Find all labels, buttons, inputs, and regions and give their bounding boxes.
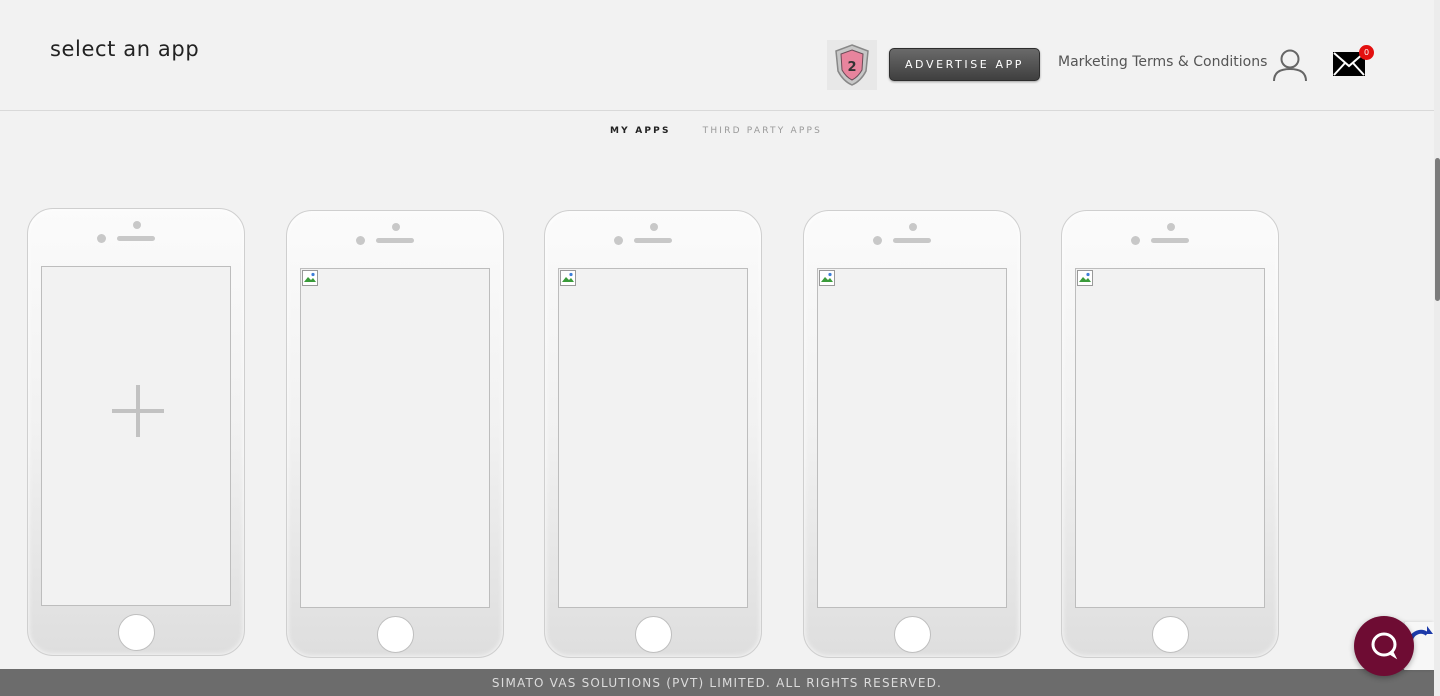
badge-number: 2 [847,60,856,75]
phone-home-button [635,616,672,653]
phone-sensor [1131,236,1140,245]
marketing-terms-link[interactable]: Marketing Terms & Conditions [1058,54,1267,70]
phone-camera [133,221,141,229]
broken-image-icon [819,270,835,286]
app-screenshot[interactable] [817,268,1007,608]
app-screenshot[interactable] [1075,268,1265,608]
phone-camera [650,223,658,231]
phone-home-button [377,616,414,653]
footer: SIMATO VAS SOLUTIONS (PVT) LIMITED. ALL … [0,669,1434,696]
shield-icon: 2 [835,44,869,86]
tab-my-apps[interactable]: MY APPS [610,126,671,136]
phone-speaker [893,238,931,243]
plus-icon[interactable] [112,385,164,437]
phone-speaker [117,236,155,241]
app-screenshot[interactable] [300,268,490,608]
shield-badge-logo: 2 [827,40,877,90]
phone-sensor [614,236,623,245]
phone-camera [1167,223,1175,231]
app-tabs: MY APPS THIRD PARTY APPS [0,126,1434,136]
add-app-phone[interactable] [27,208,245,656]
app-screenshot[interactable] [558,268,748,608]
header: select an app 2 ADVERTISE APP Marketing … [0,0,1434,111]
phone-camera [909,223,917,231]
phone-sensor [356,236,365,245]
phone-speaker [376,238,414,243]
phone-speaker [1151,238,1189,243]
app-phone[interactable] [544,210,762,658]
user-icon[interactable] [1272,48,1308,82]
chat-icon [1371,632,1398,660]
footer-copyright: SIMATO VAS SOLUTIONS (PVT) LIMITED. ALL … [491,675,943,690]
chat-button[interactable] [1354,616,1414,676]
broken-image-icon [560,270,576,286]
tab-third-party-apps[interactable]: THIRD PARTY APPS [703,126,822,136]
app-phone[interactable] [803,210,1021,658]
phone-sensor [97,234,106,243]
phone-home-button [1152,616,1189,653]
page-scrollbar[interactable] [1434,0,1440,696]
page: select an app 2 ADVERTISE APP Marketing … [0,0,1440,696]
phone-sensor [873,236,882,245]
phone-camera [392,223,400,231]
app-phone[interactable] [286,210,504,658]
phone-speaker [634,238,672,243]
advertise-app-button[interactable]: ADVERTISE APP [889,48,1040,81]
phone-screen[interactable] [41,266,231,606]
page-title: select an app [50,37,200,61]
broken-image-icon [1077,270,1093,286]
mail-count-badge: 0 [1359,45,1374,60]
scrollbar-thumb[interactable] [1435,158,1440,301]
phone-home-button [118,614,155,651]
broken-image-icon [302,270,318,286]
app-phone[interactable] [1061,210,1279,658]
phone-home-button [894,616,931,653]
